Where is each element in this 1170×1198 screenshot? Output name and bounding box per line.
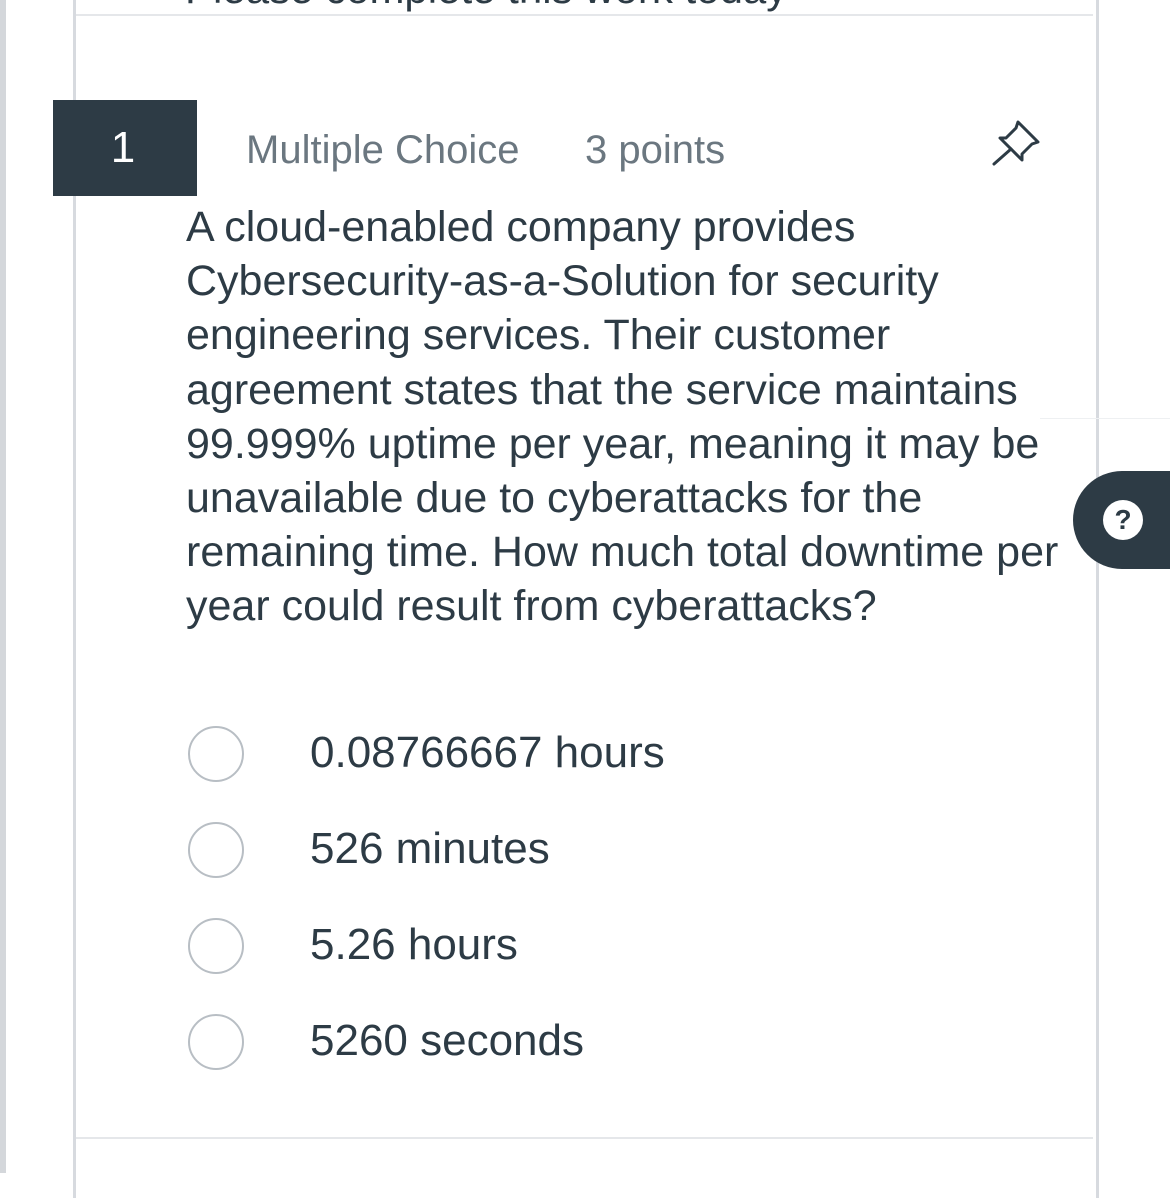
answer-option-label[interactable]: 526 minutes (310, 824, 550, 874)
answer-option-label[interactable]: 5.26 hours (310, 920, 518, 970)
question-text: A cloud-enabled company provides Cyberse… (186, 203, 1059, 631)
answer-option[interactable]: 5.26 hours (188, 918, 888, 978)
help-tab[interactable]: ? (1073, 471, 1170, 569)
question-type: Multiple Choice (246, 128, 520, 172)
radio-button[interactable] (188, 726, 244, 782)
faint-divider (1040, 418, 1170, 419)
previous-text-clipped: Please complete this work today (185, 0, 787, 10)
question-number-badge: 1 (53, 100, 197, 196)
answer-option-label[interactable]: 5260 seconds (310, 1016, 584, 1066)
answer-option[interactable]: 5260 seconds (188, 1014, 888, 1074)
question-number: 1 (110, 123, 136, 172)
answer-option-label[interactable]: 0.08766667 hours (310, 728, 665, 778)
top-divider (76, 14, 1093, 16)
radio-button[interactable] (188, 1014, 244, 1070)
bottom-divider (76, 1137, 1093, 1139)
help-glyph: ? (1114, 504, 1132, 535)
question-points: 3 points (585, 128, 726, 172)
answer-option[interactable]: 526 minutes (188, 822, 888, 882)
radio-button[interactable] (188, 918, 244, 974)
left-edge-strip (0, 0, 6, 1173)
help-icon[interactable]: ? (1103, 500, 1143, 540)
radio-button[interactable] (188, 822, 244, 878)
answer-option[interactable]: 0.08766667 hours (188, 726, 888, 786)
pin-icon[interactable] (988, 116, 1044, 168)
